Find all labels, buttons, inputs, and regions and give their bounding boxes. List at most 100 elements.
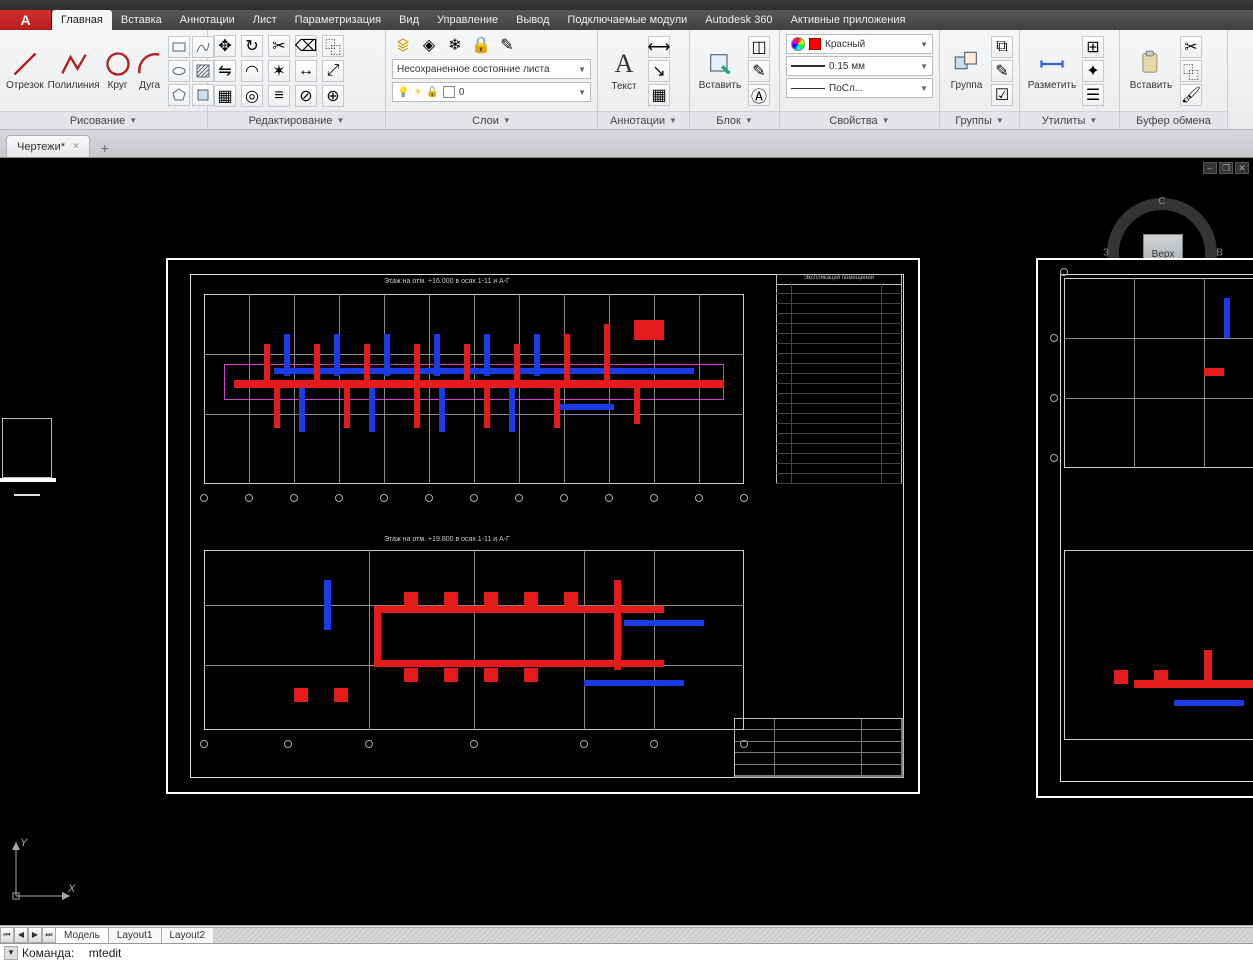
polyline-button[interactable]: Полилиния [48, 36, 100, 106]
plan2-title: Этаж на отм. +19.800 в осях 1-11 и А-Г [384, 536, 510, 543]
group-sel-icon[interactable]: ☑ [991, 84, 1013, 106]
tab-layout2[interactable]: Layout2 [161, 927, 215, 943]
tab-prev-icon[interactable]: ◀ [14, 927, 28, 943]
tab-layout1[interactable]: Layout1 [108, 927, 162, 943]
measure-button[interactable]: Разметить [1026, 36, 1078, 106]
model-viewport[interactable]: – ❐ ✕ Верх С Ю З В МСК ◎ ✋ 🔍 ⟲ ▤ Эксплик… [0, 158, 1253, 925]
viewcube-west[interactable]: З [1103, 248, 1109, 259]
app-menu-button[interactable]: A [0, 10, 52, 30]
menu-active-apps[interactable]: Активные приложения [782, 10, 915, 30]
menu-insert[interactable]: Вставка [112, 10, 171, 30]
util-3-icon[interactable]: ☰ [1082, 84, 1104, 106]
rotate-icon[interactable]: ↻ [241, 35, 263, 57]
leader-icon[interactable]: ↘ [648, 60, 670, 82]
viewcube-east[interactable]: В [1216, 248, 1223, 259]
stretch-icon[interactable]: ↔ [295, 60, 317, 82]
block-attr-icon[interactable]: Ⓐ [748, 84, 770, 106]
dim-linear-icon[interactable]: ⟷ [648, 36, 670, 58]
layer-props-icon[interactable] [392, 34, 414, 56]
menu-home[interactable]: Главная [52, 10, 112, 30]
layer-lock-icon[interactable]: 🔒 [470, 34, 492, 56]
tab-last-icon[interactable]: ⏭ [42, 927, 56, 943]
erase-icon[interactable]: ⌫ [295, 35, 317, 57]
panel-clipboard: Вставить ✂⿻🖌 Буфер обмена [1120, 30, 1228, 129]
layer-current-combo[interactable]: 💡☀🔓0 ▼ [392, 82, 591, 102]
linetype-combo[interactable]: ПоСл...▼ [786, 78, 933, 98]
menu-annotations[interactable]: Аннотации [171, 10, 244, 30]
polygon-icon[interactable] [168, 84, 190, 106]
panel-annot-title[interactable]: Аннотации▼ [598, 111, 689, 129]
block-edit-icon[interactable]: ✎ [748, 60, 770, 82]
panel-draw-title[interactable]: Рисование▼ [0, 111, 207, 129]
layer-state-combo[interactable]: Несохраненное состояние листа▼ [392, 59, 591, 79]
panel-utils: Разметить ⊞✦☰ Утилиты▼ [1020, 30, 1120, 129]
rect-icon[interactable] [168, 36, 190, 58]
layer-match-icon[interactable]: ✎ [496, 34, 518, 56]
ucs-icon[interactable]: X Y [8, 834, 78, 909]
layer-iso-icon[interactable]: ◈ [418, 34, 440, 56]
mirror-icon[interactable]: ⇋ [214, 60, 236, 82]
util-1-icon[interactable]: ⊞ [1082, 36, 1104, 58]
panel-groups-title[interactable]: Группы▼ [940, 111, 1019, 129]
menu-plugins[interactable]: Подключаемые модули [558, 10, 696, 30]
tab-next-icon[interactable]: ▶ [28, 927, 42, 943]
text-button[interactable]: AТекст [604, 36, 644, 106]
array-icon[interactable]: ▦ [214, 85, 236, 107]
new-tab-button[interactable]: + [94, 139, 116, 157]
color-combo[interactable]: Красный▼ [786, 34, 933, 54]
scale-icon[interactable]: ⤢ [322, 60, 344, 82]
mdi-min-icon[interactable]: – [1203, 162, 1217, 174]
copy-icon[interactable]: ⿻ [322, 35, 344, 57]
panel-clip-title: Буфер обмена [1120, 111, 1227, 129]
legend-rows [776, 284, 902, 484]
viewcube-north[interactable]: С [1158, 196, 1165, 207]
table-icon[interactable]: ▦ [648, 84, 670, 106]
explode-icon[interactable]: ✶ [268, 60, 290, 82]
mdi-restore-icon[interactable]: ❐ [1219, 162, 1233, 174]
close-tab-icon[interactable]: × [73, 141, 79, 152]
panel-modify-title[interactable]: Редактирование▼ [208, 111, 385, 129]
cut-icon[interactable]: ✂ [1180, 36, 1202, 58]
panel-layers-title[interactable]: Слои▼ [386, 111, 597, 129]
panel-block-title[interactable]: Блок▼ [690, 111, 779, 129]
doc-tab-1[interactable]: Чертежи*× [6, 135, 90, 157]
util-2-icon[interactable]: ✦ [1082, 60, 1104, 82]
lineweight-combo[interactable]: 0.15 мм▼ [786, 56, 933, 76]
break-icon[interactable]: ⊘ [295, 85, 317, 107]
group-edit-icon[interactable]: ✎ [991, 60, 1013, 82]
match-icon[interactable]: 🖌 [1180, 84, 1202, 106]
offset-icon[interactable]: ◎ [241, 85, 263, 107]
tab-first-icon[interactable]: ⏮ [0, 927, 14, 943]
block-create-icon[interactable]: ◫ [748, 36, 770, 58]
group-button[interactable]: Группа [946, 36, 987, 106]
ungroup-icon[interactable]: ⧉ [991, 36, 1013, 58]
circle-button[interactable]: Круг [104, 36, 132, 106]
menu-sheet[interactable]: Лист [244, 10, 286, 30]
panel-props-title[interactable]: Свойства▼ [780, 111, 939, 129]
menu-output[interactable]: Вывод [507, 10, 558, 30]
menu-view[interactable]: Вид [390, 10, 428, 30]
paste-label: Вставить [1130, 80, 1172, 91]
paste-button[interactable]: Вставить [1126, 36, 1176, 106]
align-icon[interactable]: ≡ [268, 85, 290, 107]
cmd-history-icon[interactable]: ▾ [4, 946, 18, 960]
menu-param[interactable]: Параметризация [286, 10, 390, 30]
tab-model[interactable]: Модель [55, 927, 109, 943]
join-icon[interactable]: ⊕ [322, 85, 344, 107]
fillet-icon[interactable]: ◠ [241, 60, 263, 82]
menu-manage[interactable]: Управление [428, 10, 507, 30]
panel-utils-title[interactable]: Утилиты▼ [1020, 111, 1119, 129]
ellipse-icon[interactable] [168, 60, 190, 82]
mdi-close-icon[interactable]: ✕ [1235, 162, 1249, 174]
insert-block-button[interactable]: Вставить [696, 36, 744, 106]
command-line[interactable]: ▾ Команда: mtedit [0, 943, 1253, 961]
circle-label: Круг [108, 80, 128, 91]
move-icon[interactable]: ✥ [214, 35, 236, 57]
layer-freeze-icon[interactable]: ❄ [444, 34, 466, 56]
copy-clip-icon[interactable]: ⿻ [1180, 60, 1202, 82]
trim-icon[interactable]: ✂ [268, 35, 290, 57]
line-button[interactable]: Отрезок [6, 36, 44, 106]
menu-a360[interactable]: Autodesk 360 [696, 10, 781, 30]
title-block [734, 718, 904, 778]
arc-button[interactable]: Дуга [136, 36, 164, 106]
